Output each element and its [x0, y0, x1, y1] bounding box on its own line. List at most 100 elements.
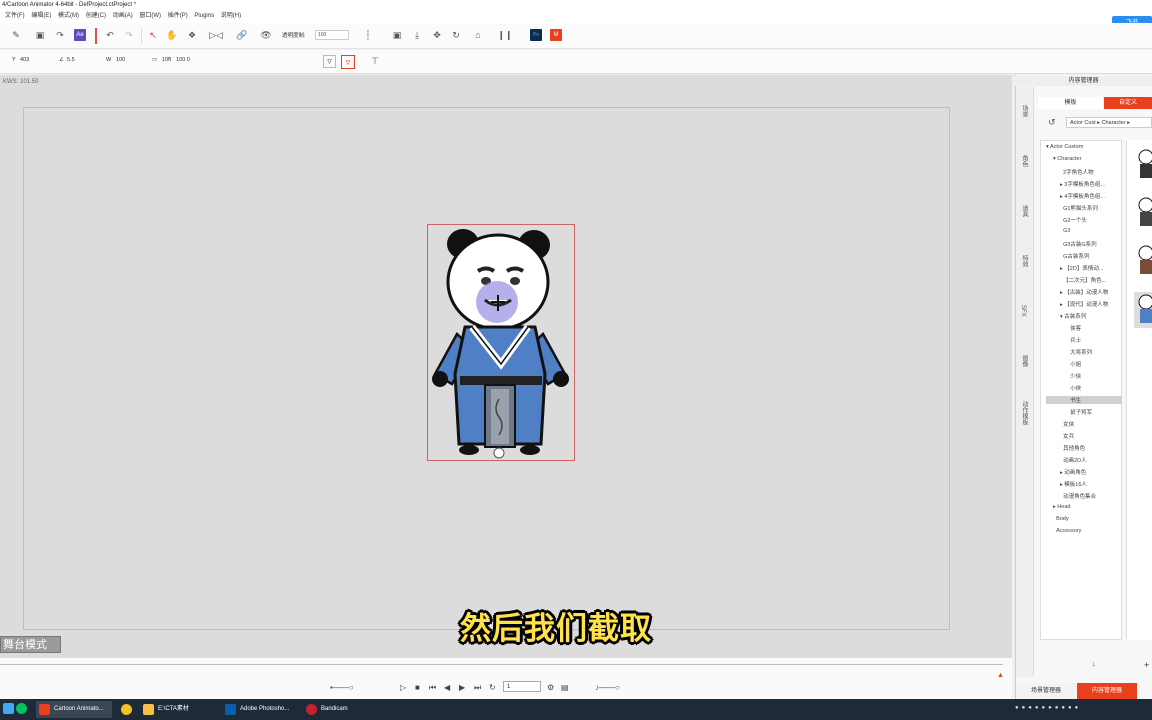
tree-item[interactable]: 其他角色 — [1060, 444, 1085, 452]
tab-template[interactable]: 模板 — [1038, 97, 1103, 109]
tree-item[interactable]: 兵士 — [1067, 336, 1081, 344]
refresh-icon[interactable]: ↺ — [1048, 117, 1056, 128]
vtab-actor[interactable]: 角色 — [1020, 155, 1029, 167]
m-plugin-icon[interactable]: M — [550, 29, 562, 41]
stage-icon[interactable]: ▣ — [34, 29, 46, 41]
key-active-icon[interactable]: ▿ — [341, 55, 355, 69]
tree-item[interactable]: G1熊猫头系列 — [1060, 204, 1098, 212]
frame-input[interactable]: 1 — [503, 681, 541, 692]
tree-item[interactable]: Body — [1053, 516, 1069, 522]
prev-frame-icon[interactable]: ◀ — [444, 683, 450, 692]
tree-item[interactable]: G2一个头 — [1060, 216, 1087, 224]
menu-window[interactable]: 窗口(W) — [139, 10, 161, 23]
tab-content-manager[interactable]: 内容管理器 — [1077, 683, 1137, 699]
tree-item[interactable]: 女兵 — [1060, 432, 1074, 440]
volume-slider-icon[interactable]: ♪——○ — [595, 683, 620, 692]
tree-item[interactable]: 书生 — [1046, 396, 1122, 404]
timeline-track[interactable] — [0, 664, 1003, 665]
lasso-icon[interactable]: ❖ — [186, 29, 198, 41]
breadcrumb-item[interactable]: Actor Cust — [1070, 120, 1096, 126]
tree-item[interactable]: ▸ Head — [1053, 504, 1070, 510]
download-icon[interactable]: ⤓ — [411, 29, 423, 41]
vtab-sfx[interactable]: SFX — [1020, 305, 1026, 317]
taskbar-photoshop[interactable]: Adobe Photosho... — [222, 701, 300, 718]
tree-item[interactable]: ▾ 古装系列 — [1060, 312, 1086, 320]
menu-plugin[interactable]: 插件(P) — [168, 10, 188, 23]
tree-item[interactable]: ▸ 动画角色 — [1060, 468, 1086, 476]
taskbar-chrome[interactable] — [118, 701, 136, 718]
align-icon[interactable]: ⊤ — [369, 55, 381, 67]
import-icon[interactable]: ↷ — [54, 29, 66, 41]
next-frame-icon[interactable]: ▶ — [459, 683, 465, 692]
menu-file[interactable]: 文件(F) — [5, 10, 25, 23]
tab-custom[interactable]: 自定义 — [1104, 97, 1152, 109]
tree-item[interactable]: ▸ 4字模板角色组... — [1060, 192, 1105, 200]
last-frame-icon[interactable]: ⏭ — [474, 683, 481, 693]
rotate-icon[interactable]: ↻ — [450, 29, 462, 41]
flip-icon[interactable]: ▷◁ — [209, 29, 223, 41]
opacity-transform-value[interactable]: 100.0 — [176, 57, 190, 63]
add-icon[interactable]: + — [1144, 660, 1149, 670]
system-tray-icons[interactable]: ●●●●●●●●●● — [1015, 705, 1152, 715]
menu-help[interactable]: 说明(H) — [221, 10, 241, 23]
redo-icon[interactable]: ↷ — [123, 29, 135, 41]
vtab-prop[interactable]: 道具 — [1020, 205, 1029, 217]
tree-item[interactable]: 侠客 — [1067, 324, 1081, 332]
first-frame-icon[interactable]: ⏮ — [429, 683, 436, 693]
tree-item[interactable]: ▾ Actor Custom — [1046, 144, 1083, 150]
opacity-input[interactable]: 100 — [315, 30, 349, 40]
undo-icon[interactable]: ↶ — [104, 29, 116, 41]
taskbar-cartoon-animator[interactable]: Cartoon Animato... — [36, 701, 112, 718]
safe-frame-icon[interactable]: ▤ — [561, 683, 569, 692]
character-thumbnail-selected[interactable] — [1134, 292, 1152, 328]
menu-create[interactable]: 创建(C) — [86, 10, 106, 23]
tree-item[interactable]: 动漫角色集合 — [1060, 492, 1096, 500]
settings-icon[interactable]: ⚙ — [547, 683, 554, 692]
home-icon[interactable]: ⌂ — [472, 29, 484, 41]
character-thumbnail[interactable] — [1134, 195, 1152, 231]
tree-item[interactable]: G3 — [1060, 228, 1070, 234]
character-thumbnail[interactable] — [1134, 243, 1152, 279]
tree-item[interactable]: 鼠子将军 — [1067, 408, 1092, 416]
stop-icon[interactable]: ■ — [415, 683, 420, 692]
tree-item[interactable]: 少侠 — [1067, 372, 1081, 380]
tree-item[interactable]: ▸ 【古装】动漫人物 — [1060, 288, 1108, 296]
eye-icon[interactable]: 👁 — [260, 29, 272, 41]
tab-scene-manager[interactable]: 场景管理器 — [1016, 683, 1076, 699]
move-icon[interactable]: ✥ — [431, 29, 443, 41]
photoshop-icon[interactable]: Ps — [530, 29, 542, 41]
start-icon[interactable] — [3, 703, 14, 714]
width-value[interactable]: 100 — [116, 57, 125, 63]
tree-item[interactable]: ▾ Character — [1053, 156, 1081, 162]
stage-mode-button[interactable]: 舞台模式 — [0, 636, 61, 653]
tree-item[interactable]: 动画2D人 — [1060, 456, 1087, 464]
hand-icon[interactable]: ✋ — [166, 29, 178, 41]
tree-item[interactable]: 2字角色人物 — [1060, 168, 1094, 176]
tree-item[interactable]: ▸ 模板16人 — [1060, 480, 1087, 488]
vtab-effect[interactable]: 特效 — [1020, 255, 1029, 267]
tree-item[interactable]: ▸ 【现代】动漫人物 — [1060, 300, 1108, 308]
ae-icon[interactable]: Ae — [74, 29, 86, 41]
menu-plugins[interactable]: Plugins — [194, 10, 214, 23]
breadcrumb-item[interactable]: Character — [1102, 120, 1126, 126]
loop-icon[interactable]: ↻ — [489, 683, 496, 692]
menu-mode[interactable]: 模式(M) — [58, 10, 79, 23]
wechat-icon[interactable] — [16, 703, 27, 714]
timeline-icon[interactable]: ❙❙ — [497, 29, 512, 41]
pointer-icon[interactable]: ↖ — [147, 29, 159, 41]
tree-item[interactable]: 【二次元】角色... — [1060, 276, 1106, 284]
tree-item[interactable]: Accessory — [1053, 528, 1081, 534]
camera-icon[interactable]: ▣ — [391, 29, 403, 41]
key-icon[interactable]: ▿ — [323, 55, 336, 68]
vtab-scene[interactable]: 场景 — [1020, 105, 1029, 117]
select-tool-icon[interactable]: ✎ — [10, 29, 22, 41]
menu-animation[interactable]: 动画(A) — [113, 10, 133, 23]
vtab-image[interactable]: 图像 — [1020, 355, 1029, 367]
arrow-down-icon[interactable]: ↓ — [1092, 661, 1096, 668]
play-icon[interactable]: ▷ — [400, 683, 406, 692]
tree-item[interactable]: G古装系列 — [1060, 252, 1089, 260]
tree-item[interactable]: ▸ 【2D】表情动... — [1060, 264, 1103, 272]
taskbar-explorer[interactable]: E:\CTA素材 — [140, 701, 218, 718]
tree-item[interactable]: ▸ 3字模板角色组... — [1060, 180, 1105, 188]
link-icon[interactable]: 🔗 — [236, 29, 248, 41]
